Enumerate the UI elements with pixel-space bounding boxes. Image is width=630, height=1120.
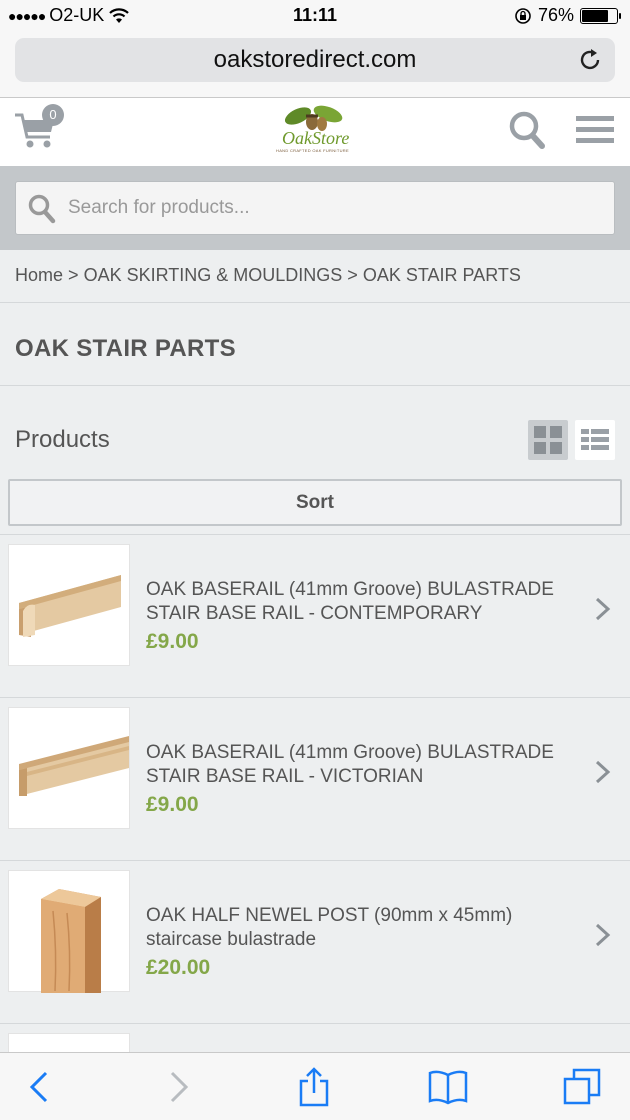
grid-view-button[interactable] — [528, 420, 568, 460]
product-list-item[interactable]: OAK BASERAIL (41mm Groove) BULASTRADE ST… — [0, 536, 630, 698]
search-box[interactable] — [15, 181, 615, 235]
product-image[interactable] — [8, 1033, 130, 1052]
chevron-right-icon[interactable] — [594, 594, 612, 624]
list-view-button[interactable] — [575, 420, 615, 460]
product-image[interactable] — [8, 870, 130, 993]
sort-button[interactable]: Sort — [8, 479, 622, 526]
product-list-item[interactable]: OAK BASERAIL (41mm Groove) BULASTRADE ST… — [0, 699, 630, 861]
grid-view-icon — [534, 426, 562, 454]
rotation-lock-icon — [515, 7, 531, 24]
breadcrumb-stair-parts[interactable]: OAK STAIR PARTS — [363, 265, 521, 285]
search-input[interactable] — [68, 182, 598, 234]
breadcrumb-home[interactable]: Home — [15, 265, 63, 285]
back-arrow-icon[interactable] — [20, 1067, 60, 1107]
battery-icon — [580, 7, 621, 24]
product-name[interactable]: OAK BASERAIL (41mm Groove) BULASTRADE ST… — [146, 741, 576, 789]
bookmarks-icon[interactable] — [428, 1067, 468, 1107]
breadcrumb-separator: > — [68, 265, 79, 285]
cart-count-badge: 0 — [42, 104, 64, 126]
oakstore-logo[interactable]: OakStore HAND CRAFTED OAK FURNITURE — [270, 102, 362, 160]
reload-icon[interactable] — [577, 47, 603, 73]
divider — [0, 860, 630, 861]
breadcrumb-separator: > — [347, 265, 358, 285]
list-view-icon — [581, 429, 609, 450]
breadcrumb: Home > OAK SKIRTING & MOULDINGS > OAK ST… — [15, 265, 521, 286]
chevron-right-icon[interactable] — [594, 757, 612, 787]
logo-tagline: HAND CRAFTED OAK FURNITURE — [276, 148, 349, 153]
divider — [0, 385, 630, 386]
share-icon[interactable] — [294, 1067, 334, 1107]
products-heading: Products — [15, 426, 110, 453]
search-icon[interactable] — [508, 110, 546, 150]
product-name[interactable]: OAK HALF NEWEL POST (90mm x 45mm) stairc… — [146, 904, 576, 952]
forward-arrow-icon[interactable] — [158, 1067, 198, 1107]
logo-text: OakStore — [282, 128, 350, 148]
product-name[interactable]: OAK BASERAIL (41mm Groove) BULASTRADE ST… — [146, 578, 576, 626]
product-image[interactable] — [8, 544, 130, 666]
baserail-contemporary-image — [19, 575, 121, 637]
product-list-item[interactable]: OAK HALF NEWEL POST (90mm x 45mm) stairc… — [0, 862, 630, 1024]
status-bar: ●●●●● O2-UK 11:11 76% — [0, 0, 630, 32]
product-image[interactable] — [8, 707, 130, 829]
tabs-icon[interactable] — [562, 1067, 602, 1107]
newel-post-image — [41, 889, 101, 993]
browser-address-area: oakstoredirect.com — [0, 32, 630, 98]
hamburger-menu-icon[interactable] — [575, 114, 615, 146]
divider — [0, 1023, 630, 1024]
battery-percent: 76% — [537, 5, 574, 25]
product-price: £9.00 — [146, 630, 199, 653]
site-header: 0 OakStore HAND CRAFTED OAK FURNITURE — [0, 98, 630, 166]
page-title: OAK STAIR PARTS — [15, 335, 236, 362]
product-list-item[interactable] — [0, 1025, 630, 1052]
browser-toolbar — [0, 1052, 630, 1120]
breadcrumb-skirting-mouldings[interactable]: OAK SKIRTING & MOULDINGS — [84, 265, 343, 285]
baserail-victorian-image — [19, 736, 129, 796]
search-band — [0, 166, 630, 250]
search-icon — [28, 194, 56, 224]
chevron-right-icon[interactable] — [594, 920, 612, 950]
product-price: £9.00 — [146, 793, 199, 816]
address-bar[interactable]: oakstoredirect.com — [15, 38, 615, 82]
divider — [0, 302, 630, 303]
product-price: £20.00 — [146, 956, 211, 979]
divider — [0, 697, 630, 698]
url-text: oakstoredirect.com — [213, 46, 417, 73]
divider — [0, 534, 630, 535]
